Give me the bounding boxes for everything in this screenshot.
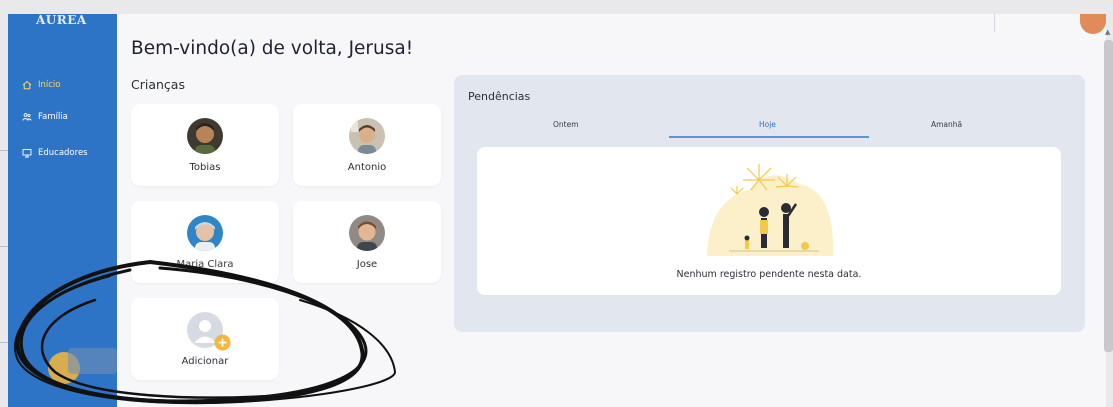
add-child-label: Adicionar <box>181 356 229 367</box>
child-name: Antonio <box>347 162 387 173</box>
scroll-up-icon[interactable]: ▲ <box>1105 28 1110 36</box>
profile-avatar[interactable] <box>1080 14 1106 34</box>
sidebar-item-label: Início <box>38 80 61 90</box>
child-card-jose[interactable]: Jose <box>293 201 441 283</box>
app-logo: ÁUREA <box>36 14 87 27</box>
header-divider <box>994 14 995 32</box>
home-icon <box>22 80 32 90</box>
frame-edge-line <box>0 150 8 151</box>
children-section-title: Crianças <box>131 77 185 92</box>
add-child-button[interactable]: Adicionar <box>131 298 279 380</box>
child-avatar <box>187 118 223 154</box>
sidebar-item-inicio[interactable]: Início <box>22 80 61 90</box>
frame-edge-line <box>0 342 8 343</box>
sidebar-footer-shadow <box>68 348 117 374</box>
child-name: Tobias <box>189 162 221 173</box>
child-name: Maria Clara <box>176 259 234 270</box>
tab-ontem[interactable]: Ontem <box>553 120 579 129</box>
sidebar: ÁUREA Início Família Educadores <box>8 14 117 407</box>
frame-edge-line <box>0 246 8 247</box>
pending-panel: Pendências Ontem Hoje Amanhã Nenhum regi… <box>454 75 1085 332</box>
family-icon <box>22 113 32 121</box>
child-avatar <box>349 215 385 251</box>
sidebar-item-label: Educadores <box>38 148 88 158</box>
child-card-tobias[interactable]: Tobias <box>131 104 279 186</box>
sidebar-item-familia[interactable]: Família <box>22 112 68 122</box>
tab-amanha[interactable]: Amanhã <box>931 120 962 129</box>
empty-state: Nenhum registro pendente nesta data. <box>477 147 1061 295</box>
sidebar-item-label: Família <box>38 112 68 122</box>
child-name: Jose <box>356 259 378 270</box>
celebration-illustration <box>707 164 834 256</box>
sidebar-item-educadores[interactable]: Educadores <box>22 148 88 158</box>
child-avatar <box>187 215 223 251</box>
scrollbar[interactable] <box>1104 40 1113 352</box>
plus-badge-icon <box>214 334 231 351</box>
child-card-antonio[interactable]: Antonio <box>293 104 441 186</box>
child-card-maria-clara[interactable]: Maria Clara <box>131 201 279 283</box>
pending-title: Pendências <box>468 90 531 103</box>
app-window: ÁUREA Início Família Educadores Bem-vind… <box>8 14 1106 407</box>
page-title: Bem-vindo(a) de volta, Jerusa! <box>131 38 414 59</box>
tab-hoje[interactable]: Hoje <box>759 120 776 129</box>
child-avatar <box>349 118 385 154</box>
educators-icon <box>22 149 32 158</box>
empty-state-message: Nenhum registro pendente nesta data. <box>676 269 862 280</box>
active-tab-indicator <box>669 136 869 138</box>
